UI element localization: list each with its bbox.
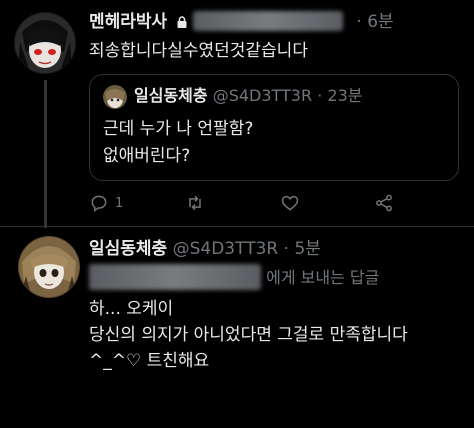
avatar[interactable] [18, 236, 80, 298]
share-button[interactable] [374, 191, 394, 215]
tweet-header: 일심동체충 @S4D3TT3R · 5분 [89, 238, 321, 260]
quoted-text-line: 근데 누가 나 언팔함? [103, 119, 254, 139]
timestamp[interactable]: 5분 [294, 239, 320, 259]
quoted-avatar [103, 85, 127, 109]
quoted-handle: @S4D3TT3R [212, 86, 313, 105]
author-name[interactable]: 멘헤라박사 [89, 12, 167, 32]
like-icon [281, 195, 299, 211]
reply-button[interactable]: 1 [89, 191, 123, 215]
blurred-handle [193, 11, 344, 31]
blurred-reply-target[interactable] [89, 264, 261, 290]
lock-icon [176, 12, 188, 28]
replying-to: 에게 보내는 답글 [89, 264, 379, 292]
separator-dot: · [283, 239, 290, 259]
replying-to-suffix: 에게 보내는 답글 [266, 268, 380, 287]
separator-dot: · [317, 86, 323, 105]
share-icon [376, 194, 392, 212]
avatar[interactable] [14, 12, 76, 74]
quoted-text: 근데 누가 나 언팔함? 없애버린다? [103, 116, 253, 170]
author-handle[interactable]: @S4D3TT3R [173, 239, 279, 259]
quoted-timestamp: 23분 [327, 86, 363, 105]
quoted-header: 일심동체충 @S4D3TT3R · 23분 [134, 85, 362, 107]
tweet-text-line: 당신의 의지가 아니었다면 그걸로 만족합니다 [89, 325, 408, 345]
tweet-header: 멘헤라박사 · 6분 [89, 11, 394, 33]
thread-line [44, 80, 47, 228]
reply-count: 1 [115, 195, 124, 211]
like-button[interactable] [280, 191, 306, 215]
tweet[interactable]: 멘헤라박사 · 6분 죄송합니다실수였던것같습니다 일심동체충 @S4D3TT3… [0, 0, 474, 228]
tweet-text-line: ^_^♡ 트친해요 [89, 351, 210, 371]
tweet[interactable]: 일심동체충 @S4D3TT3R · 5분 에게 보내는 답글 하... 오케이 … [0, 226, 474, 428]
quoted-author-name: 일심동체충 [134, 86, 208, 105]
reply-icon [91, 195, 107, 212]
quoted-tweet[interactable]: 일심동체충 @S4D3TT3R · 23분 근데 누가 나 언팔함? 없애버린다… [89, 74, 459, 181]
tweet-text: 하... 오케이 당신의 의지가 아니었다면 그걸로 만족합니다 ^_^♡ 트친… [89, 296, 408, 374]
timestamp[interactable]: 6분 [367, 12, 393, 32]
quoted-text-line: 없애버린다? [103, 146, 191, 166]
tweet-text: 죄송합니다실수였던것같습니다 [89, 41, 308, 61]
retweet-icon [189, 195, 201, 211]
retweet-button[interactable] [185, 191, 211, 215]
action-bar: 1 [89, 191, 399, 215]
author-name[interactable]: 일심동체충 [89, 239, 167, 259]
separator-dot: · [356, 12, 362, 32]
tweet-text-line: 하... 오케이 [89, 299, 174, 319]
